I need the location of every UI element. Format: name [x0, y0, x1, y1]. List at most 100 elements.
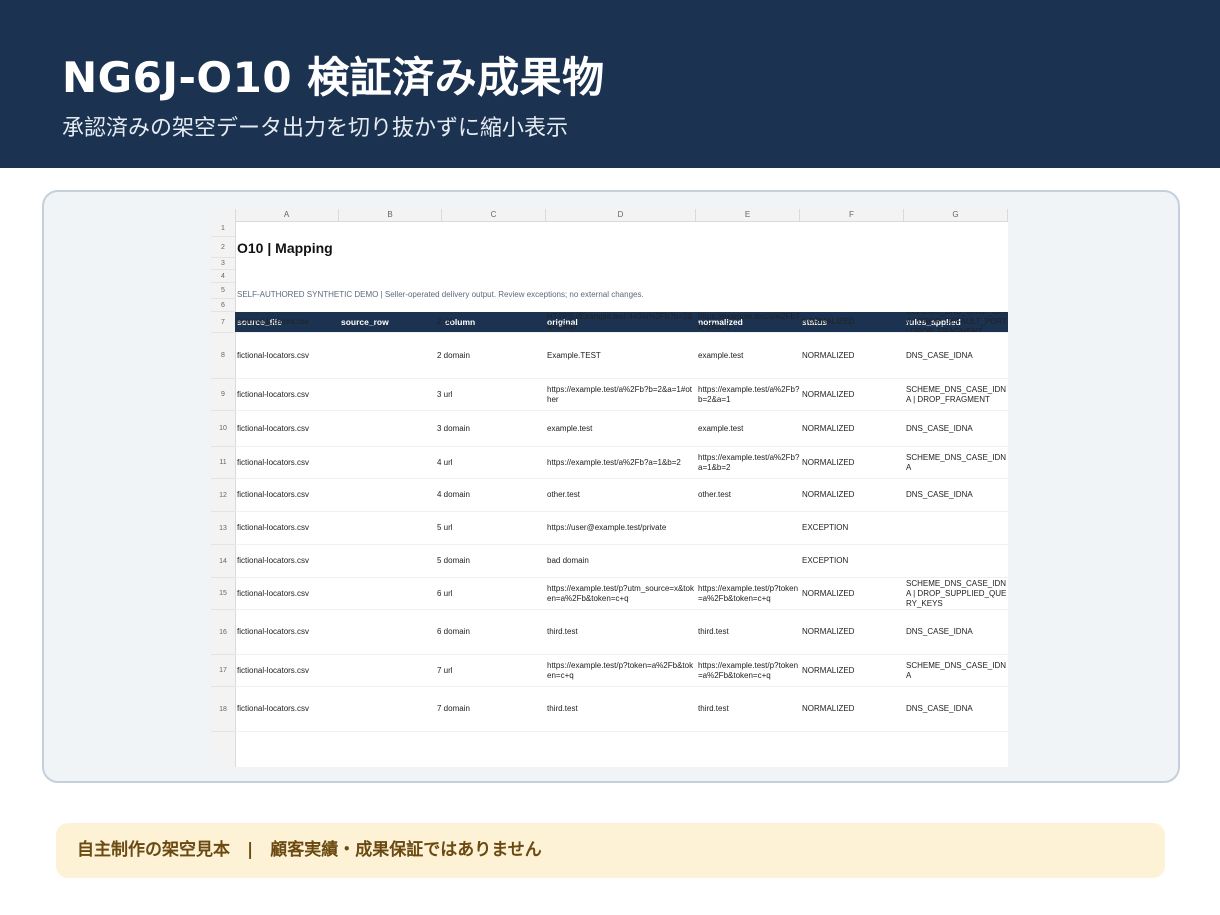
row-number-17[interactable]: 17 [211, 655, 235, 687]
table-row[interactable]: fictional-locators.csv 6 domain third.test… [235, 610, 1008, 655]
cell-status[interactable]: NORMALIZED [802, 333, 902, 378]
cell-column[interactable]: 5 domain [437, 545, 542, 577]
cell-normalized[interactable] [698, 545, 800, 577]
cell-status[interactable]: NORMALIZED [802, 610, 902, 654]
table-row[interactable]: fictional-locators.csv 3 url https://examp… [235, 379, 1008, 411]
column-letter-d[interactable]: D [546, 209, 696, 221]
cell-rules-applied[interactable]: SCHEME_DNS_CASE_IDNA | DROP_DEFAULT_PORT… [906, 312, 1008, 332]
cell-column[interactable]: 2 domain [437, 333, 542, 378]
row-number-15[interactable]: 15 [211, 578, 235, 610]
cell-status[interactable]: NORMALIZED [802, 578, 902, 609]
table-row[interactable]: fictional-locators.csv 4 url https://examp… [235, 447, 1008, 479]
row-number-14[interactable]: 14 [211, 545, 235, 578]
cell-normalized[interactable]: https://example.test/a%2Fb?b=2&a=1 [698, 379, 800, 410]
row-number-7[interactable]: 7 [211, 312, 235, 333]
table-row[interactable]: fictional-locators.csv 6 url https://examp… [235, 578, 1008, 610]
column-letter-b[interactable]: B [339, 209, 442, 221]
cell-column[interactable]: 6 domain [437, 610, 542, 654]
cell-source-row[interactable] [341, 512, 431, 544]
cell-source-file[interactable]: fictional-locators.csv [237, 312, 337, 332]
cell-source-file[interactable]: fictional-locators.csv [237, 333, 337, 378]
cell-column[interactable]: 3 domain [437, 411, 542, 446]
cell-status[interactable]: NORMALIZED [802, 447, 902, 478]
cell-status[interactable]: NORMALIZED [802, 379, 902, 410]
cell-rules-applied[interactable]: DNS_CASE_IDNA [906, 411, 1008, 446]
cell-rules-applied[interactable]: SCHEME_DNS_CASE_IDNA | DROP_SUPPLIED_QUE… [906, 578, 1008, 609]
cell-rules-applied[interactable]: SCHEME_DNS_CASE_IDNA [906, 447, 1008, 478]
cell-normalized[interactable]: third.test [698, 610, 800, 654]
row-number-12[interactable]: 12 [211, 479, 235, 512]
cell-column[interactable]: 4 domain [437, 479, 542, 511]
cell-rules-applied[interactable]: DNS_CASE_IDNA [906, 333, 1008, 378]
cell-status[interactable]: NORMALIZED [802, 411, 902, 446]
cell-rules-applied[interactable] [906, 512, 1008, 544]
table-row[interactable]: fictional-locators.csv 2 url HTTPS://Examp… [235, 312, 1008, 333]
cell-source-row[interactable] [341, 545, 431, 577]
cell-normalized[interactable]: https://example.test/a%2Fb?b=2&a=1 [698, 312, 800, 332]
cell-source-file[interactable]: fictional-locators.csv [237, 411, 337, 446]
cell-original[interactable]: bad domain [547, 545, 695, 577]
column-letter-g[interactable]: G [904, 209, 1008, 221]
cell-rules-applied[interactable]: SCHEME_DNS_CASE_IDNA | DROP_FRAGMENT [906, 379, 1008, 410]
row-number-1[interactable]: 1 [211, 221, 235, 237]
cell-original[interactable]: https://example.test/a%2Fb?a=1&b=2 [547, 447, 695, 478]
table-row[interactable]: fictional-locators.csv 3 domain example.te… [235, 411, 1008, 447]
cell-rules-applied[interactable]: DNS_CASE_IDNA [906, 687, 1008, 731]
row-number-2[interactable]: 2 [211, 237, 235, 258]
row-number-10[interactable]: 10 [211, 411, 235, 447]
cell-source-row[interactable] [341, 610, 431, 654]
cell-normalized[interactable]: example.test [698, 411, 800, 446]
table-row[interactable]: fictional-locators.csv 5 url https://user@… [235, 512, 1008, 545]
cell-original[interactable]: https://example.test/a%2Fb?b=2&a=1#other [547, 379, 695, 410]
cell-status[interactable]: EXCEPTION [802, 545, 902, 577]
row-number-9[interactable]: 9 [211, 379, 235, 411]
cell-original[interactable]: third.test [547, 610, 695, 654]
cell-source-row[interactable] [341, 411, 431, 446]
cell-column[interactable]: 6 url [437, 578, 542, 609]
row-number-6[interactable]: 6 [211, 299, 235, 312]
cell-original[interactable]: other.test [547, 479, 695, 511]
cell-original[interactable]: https://user@example.test/private [547, 512, 695, 544]
table-row[interactable]: fictional-locators.csv 7 domain third.test… [235, 687, 1008, 732]
cell-status[interactable]: EXCEPTION [802, 512, 902, 544]
row-number-5[interactable]: 5 [211, 283, 235, 299]
cell-source-file[interactable]: fictional-locators.csv [237, 578, 337, 609]
cell-source-file[interactable]: fictional-locators.csv [237, 545, 337, 577]
cell-original[interactable]: HTTPS://Example.test:443/a%2Fb?b=2&a=1#t… [547, 312, 695, 332]
row-number-8[interactable]: 8 [211, 333, 235, 379]
cell-rules-applied[interactable]: SCHEME_DNS_CASE_IDNA [906, 655, 1008, 686]
cell-column[interactable]: 4 url [437, 447, 542, 478]
cell-source-row[interactable] [341, 333, 431, 378]
cell-source-file[interactable]: fictional-locators.csv [237, 655, 337, 686]
row-number-11[interactable]: 11 [211, 447, 235, 479]
table-row[interactable]: fictional-locators.csv 4 domain other.test… [235, 479, 1008, 512]
cell-original[interactable]: example.test [547, 411, 695, 446]
cell-rules-applied[interactable]: DNS_CASE_IDNA [906, 479, 1008, 511]
table-row[interactable]: fictional-locators.csv 2 domain Example.TE… [235, 333, 1008, 379]
cell-source-row[interactable] [341, 687, 431, 731]
cell-source-row[interactable] [341, 479, 431, 511]
column-letter-e[interactable]: E [696, 209, 800, 221]
row-number-13[interactable]: 13 [211, 512, 235, 545]
cell-normalized[interactable]: other.test [698, 479, 800, 511]
cell-source-row[interactable] [341, 655, 431, 686]
cell-original[interactable]: Example.TEST [547, 333, 695, 378]
cell-column[interactable]: 7 url [437, 655, 542, 686]
table-row[interactable]: fictional-locators.csv 7 url https://examp… [235, 655, 1008, 687]
cell-original[interactable]: third.test [547, 687, 695, 731]
cell-rules-applied[interactable]: DNS_CASE_IDNA [906, 610, 1008, 654]
row-number-18[interactable]: 18 [211, 687, 235, 732]
row-number-3[interactable]: 3 [211, 258, 235, 270]
cell-original[interactable]: https://example.test/p?token=a%2Fb&token… [547, 655, 695, 686]
cell-source-row[interactable] [341, 312, 431, 332]
cell-status[interactable]: NORMALIZED [802, 479, 902, 511]
cell-status[interactable]: NORMALIZED [802, 687, 902, 731]
cell-column[interactable]: 2 url [437, 312, 542, 332]
cell-normalized[interactable]: https://example.test/p?token=a%2Fb&token… [698, 655, 800, 686]
row-number-16[interactable]: 16 [211, 610, 235, 655]
cell-source-file[interactable]: fictional-locators.csv [237, 447, 337, 478]
cell-status[interactable]: NORMALIZED [802, 655, 902, 686]
cell-source-row[interactable] [341, 447, 431, 478]
table-row[interactable]: fictional-locators.csv 5 domain bad domain… [235, 545, 1008, 578]
cell-normalized[interactable]: https://example.test/p?token=a%2Fb&token… [698, 578, 800, 609]
